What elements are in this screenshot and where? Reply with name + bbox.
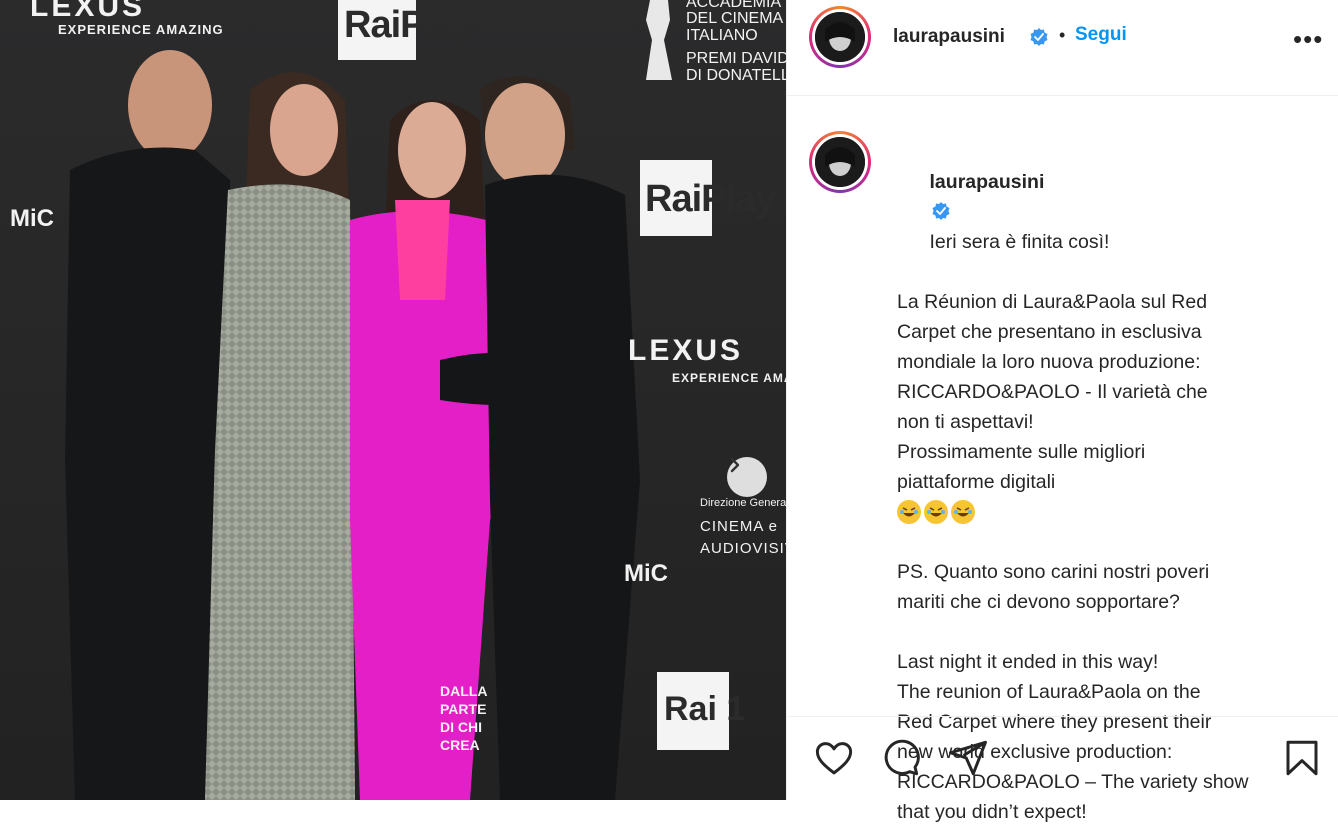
- caption-spacer: [897, 527, 1307, 557]
- caption-emojis: [897, 497, 1307, 527]
- comment-icon[interactable]: [879, 737, 921, 779]
- backdrop-lexus-mid: LEXUS: [628, 334, 744, 367]
- caption-first-line: Ieri sera è finita così!: [929, 231, 1110, 253]
- backdrop-lexus-top-tagline: EXPERIENCE AMAZING: [58, 22, 224, 37]
- caption-ps: PS. Quanto sono carini nostri poveri mar…: [897, 561, 1210, 613]
- caption-avatar-image: [815, 137, 865, 187]
- backdrop-accademia-3: ITALIANO: [686, 27, 758, 44]
- chevron-right-icon: [730, 457, 740, 473]
- post-header: laurapausini • Segui •••: [787, 0, 1338, 96]
- avatar-image: [815, 12, 865, 62]
- send-icon[interactable]: [947, 737, 989, 779]
- caption-avatar[interactable]: [809, 131, 871, 193]
- caption-body-italian: La Réunion di Laura&Paola sul Red Carpet…: [897, 291, 1208, 493]
- backdrop-raiplay-top: RaiPlay: [344, 4, 475, 46]
- caption-username[interactable]: laurapausini: [930, 171, 1045, 193]
- backdrop-lexus-mid-tagline: EXPERIENCE AMAZ: [672, 371, 786, 385]
- backdrop-direzione: Direzione Generale: [700, 497, 786, 509]
- backdrop-rai1: Rai 1: [664, 690, 746, 728]
- rolling-on-floor-laughing-icon: [897, 500, 921, 524]
- rolling-on-floor-laughing-icon: [951, 500, 975, 524]
- backdrop-dalla-parte: DALLA PARTE DI CHI CREA: [440, 683, 488, 753]
- post-side-panel: laurapausini • Segui ••• laurapausini Ie…: [786, 0, 1338, 823]
- backdrop-cinema: CINEMA e: [700, 518, 779, 535]
- caption-verified-badge-icon: [932, 202, 950, 220]
- backdrop-mic-left: MiC: [10, 205, 54, 232]
- backdrop-accademia-5: DI DONATELLO: [686, 67, 786, 84]
- photo-scene: [0, 0, 786, 800]
- verified-badge-icon: [1030, 28, 1048, 46]
- backdrop-lexus-top: LEXUS: [30, 0, 146, 23]
- header-username[interactable]: laurapausini: [893, 26, 1005, 48]
- more-options-icon[interactable]: •••: [1293, 24, 1323, 55]
- follow-button[interactable]: Segui: [1075, 24, 1127, 46]
- avatar[interactable]: [809, 6, 871, 68]
- backdrop-mic-right: MiC: [624, 560, 668, 587]
- post-action-bar: [787, 716, 1338, 800]
- bookmark-icon[interactable]: [1281, 737, 1323, 779]
- heart-icon[interactable]: [813, 737, 855, 779]
- backdrop-raiplay-mid: RaiPlay: [645, 178, 776, 220]
- backdrop-accademia-4: PREMI DAVID: [686, 50, 786, 67]
- rolling-on-floor-laughing-icon: [924, 500, 948, 524]
- header-separator: •: [1059, 25, 1066, 45]
- post-photo[interactable]: LEXUS EXPERIENCE AMAZING RaiPlay ACCADEM…: [0, 0, 786, 800]
- backdrop-audiovisivo: AUDIOVISIVO: [700, 540, 786, 557]
- backdrop-accademia-2: DEL CINEMA: [686, 10, 784, 27]
- next-photo-button[interactable]: [727, 457, 767, 497]
- caption-spacer-2: [897, 617, 1307, 647]
